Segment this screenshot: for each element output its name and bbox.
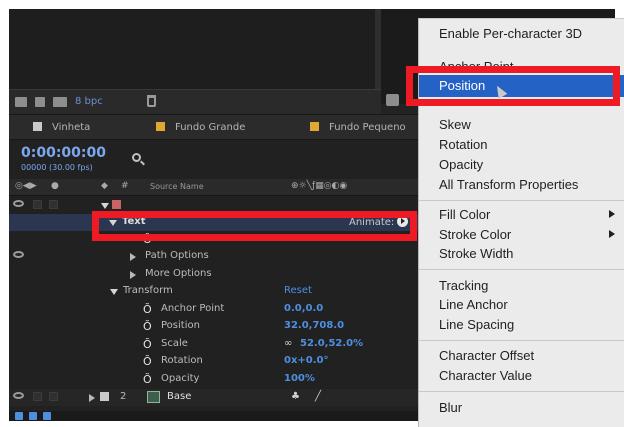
tab-color-swatch xyxy=(156,122,165,131)
stopwatch-icon[interactable]: Ŏ xyxy=(143,338,152,351)
position-value[interactable]: 32.0,708.0 xyxy=(284,320,344,331)
reset-button[interactable]: Reset xyxy=(284,285,312,296)
frame-rate-readout: 00000 (30.00 fps) xyxy=(21,163,93,172)
label-icon[interactable]: ◆ xyxy=(101,181,108,191)
in-out-stretch-icon[interactable] xyxy=(43,412,51,420)
project-panel-toolbar: 8 bpc xyxy=(9,89,381,114)
opacity-value[interactable]: 100% xyxy=(284,373,315,384)
stopwatch-icon[interactable]: Ŏ xyxy=(143,355,152,368)
menu-item-rotation[interactable]: Rotation xyxy=(419,135,624,154)
stopwatch-icon[interactable]: Ŏ xyxy=(143,303,152,316)
menu-item-line-anchor[interactable]: Line Anchor xyxy=(419,295,624,314)
menu-separator xyxy=(419,269,624,270)
current-time-display[interactable]: 0:00:00:00 xyxy=(21,145,106,161)
stopwatch-icon[interactable]: Ŏ xyxy=(143,320,152,333)
position-label: Position xyxy=(161,320,200,331)
search-icon[interactable] xyxy=(132,153,141,162)
menu-separator xyxy=(419,200,624,201)
audio-switch[interactable] xyxy=(33,392,42,401)
annotation-highlight-animate xyxy=(92,211,417,241)
anchor-point-value[interactable]: 0.0,0.0 xyxy=(284,303,323,314)
rotation-value[interactable]: 0x+0.0° xyxy=(284,355,329,366)
audio-switch[interactable] xyxy=(33,200,42,209)
menu-separator xyxy=(419,391,624,392)
expand-arrow-icon[interactable] xyxy=(89,394,95,402)
visibility-eye-icon[interactable] xyxy=(13,392,24,399)
interpret-footage-icon[interactable] xyxy=(15,97,27,107)
menu-item-all-transform-properties[interactable]: All Transform Properties xyxy=(419,175,624,194)
panel-menu-icon[interactable] xyxy=(386,94,399,106)
menu-item-stroke-color[interactable]: Stroke Color xyxy=(419,225,624,244)
stopwatch-icon[interactable]: Ŏ xyxy=(143,373,152,386)
menu-item-anchor-point[interactable]: Anchor Point xyxy=(419,57,624,66)
lock-icon[interactable]: ● xyxy=(51,181,59,191)
av-features-icon[interactable]: ◎◀▶ xyxy=(15,181,37,191)
trash-icon[interactable] xyxy=(147,95,156,107)
submenu-arrow-icon xyxy=(609,210,615,218)
constrain-proportions-icon[interactable]: ∞ xyxy=(284,338,292,349)
anchor-point-label: Anchor Point xyxy=(161,303,225,314)
annotation-highlight-position xyxy=(406,66,620,106)
tab-fundo-grande[interactable]: Fundo Grande xyxy=(156,122,245,133)
expand-arrow-icon[interactable] xyxy=(101,203,109,209)
opacity-label: Opacity xyxy=(161,373,200,384)
source-name-column[interactable]: Source Name xyxy=(150,182,204,191)
tab-color-swatch xyxy=(310,122,319,131)
scale-label: Scale xyxy=(161,338,188,349)
solo-switch[interactable] xyxy=(49,392,58,401)
tab-label: Vinheta xyxy=(52,122,91,133)
switches-icons: ⊕☼╲ƒ▦◎◐◉ xyxy=(291,181,348,191)
composition-icon xyxy=(147,391,160,403)
composition-viewer[interactable] xyxy=(9,9,375,89)
layer-switches-icon[interactable] xyxy=(15,412,23,420)
fill-color-label: Fill Color xyxy=(439,207,491,222)
stroke-color-label: Stroke Color xyxy=(439,227,512,242)
visibility-eye-icon[interactable] xyxy=(13,200,24,207)
shy-switch-icon[interactable]: ♣ xyxy=(291,391,300,402)
more-options-label: More Options xyxy=(145,268,212,279)
menu-item-skew[interactable]: Skew xyxy=(419,115,624,134)
tab-label: Fundo Pequeno xyxy=(329,122,406,133)
transform-expand-arrow-icon[interactable] xyxy=(110,289,118,295)
quality-switch-icon[interactable]: ╱ xyxy=(315,391,321,402)
tab-label: Fundo Grande xyxy=(175,122,246,133)
menu-item-blur[interactable]: Blur xyxy=(419,398,624,417)
layer-label-color[interactable] xyxy=(112,200,121,209)
menu-item-character-value[interactable]: Character Value xyxy=(419,366,624,385)
menu-separator xyxy=(419,340,624,341)
scale-value[interactable]: 52.0,52.0% xyxy=(300,338,363,349)
menu-item-tracking[interactable]: Tracking xyxy=(419,276,624,295)
rotation-label: Rotation xyxy=(161,355,203,366)
layer-number: 2 xyxy=(120,391,127,402)
bit-depth-button[interactable]: 8 bpc xyxy=(75,96,103,107)
visibility-eye-icon[interactable] xyxy=(13,251,24,258)
base-layer-name[interactable]: Base xyxy=(167,391,191,402)
tab-color-swatch xyxy=(33,122,42,131)
submenu-arrow-icon xyxy=(609,230,615,238)
number-column-icon: # xyxy=(121,181,129,191)
menu-item-enable-per-character-3d[interactable]: Enable Per-character 3D xyxy=(419,24,624,43)
menu-item-opacity[interactable]: Opacity xyxy=(419,155,624,174)
layer-label-color[interactable] xyxy=(100,392,109,401)
transfer-controls-icon[interactable] xyxy=(29,412,37,420)
new-composition-icon[interactable] xyxy=(53,97,67,107)
menu-item-line-spacing[interactable]: Line Spacing xyxy=(419,315,624,334)
menu-item-stroke-width[interactable]: Stroke Width xyxy=(419,244,624,263)
tab-fundo-pequeno[interactable]: Fundo Pequeno xyxy=(310,122,406,133)
solo-switch[interactable] xyxy=(49,200,58,209)
tab-vinheta[interactable]: Vinheta xyxy=(33,122,90,133)
menu-item-character-offset[interactable]: Character Offset xyxy=(419,346,624,365)
transform-label: Transform xyxy=(123,285,173,296)
expand-arrow-icon[interactable] xyxy=(130,253,136,261)
expand-arrow-icon[interactable] xyxy=(130,271,136,279)
path-options-label: Path Options xyxy=(145,250,209,261)
menu-item-fill-color[interactable]: Fill Color xyxy=(419,205,624,224)
new-folder-icon[interactable] xyxy=(35,97,45,107)
